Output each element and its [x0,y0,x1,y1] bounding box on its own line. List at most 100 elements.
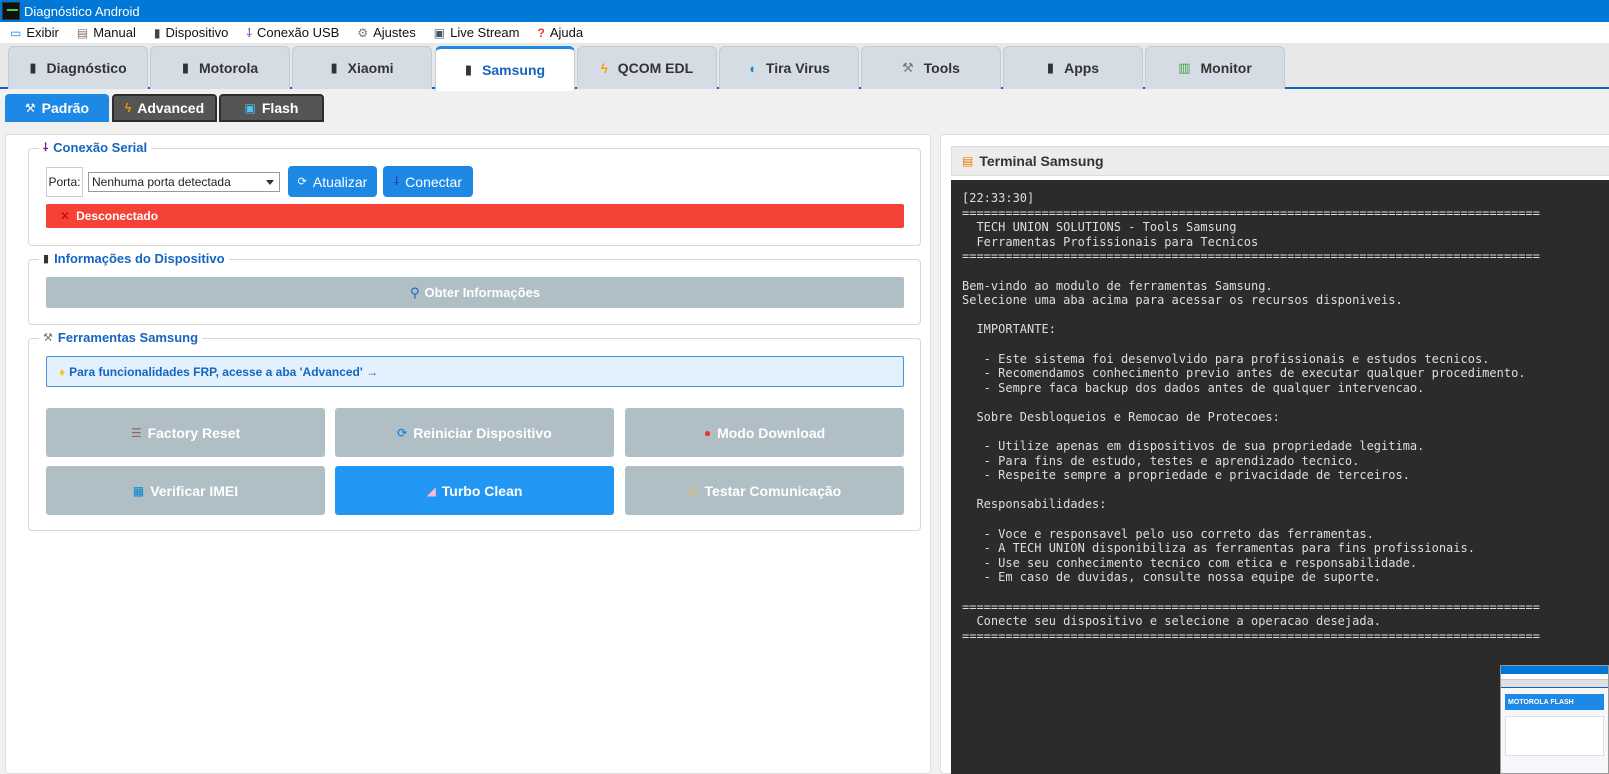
title-bar: Diagnóstico Android [0,0,1609,22]
terminal-header: ▤ Terminal Samsung [951,146,1609,176]
broom-icon: ☰ [130,425,142,440]
gear-icon: ⚙ [357,25,369,40]
turbo-clean-button[interactable]: ◢ Turbo Clean [335,466,614,515]
chevron-down-icon [266,179,274,185]
menu-live-stream[interactable]: ▣ Live Stream [434,25,520,40]
menu-manual[interactable]: ▤ Manual [77,25,136,40]
menu-dispositivo[interactable]: ▮ Dispositivo [154,25,228,40]
menu-exibir[interactable]: ▭ Exibir [10,25,59,40]
tab-qcom-edl[interactable]: ϟ QCOM EDL [577,46,717,89]
phone-icon: ▮ [464,62,473,77]
terminal-line: - Use seu conhecimento tecnico com etica… [962,555,1418,570]
wrench-icon: ⚒ [24,101,36,115]
thumb-content [1505,716,1604,756]
monitor-icon: ▭ [10,25,22,40]
eraser-icon: ◢ [426,483,436,498]
bar-chart-icon: ▥ [1178,60,1191,75]
lightning-icon: ϟ [124,101,132,115]
serial-group: ⸸ Conexão Serial Porta: Nenhuma porta de… [28,140,921,246]
tab-diagnostico[interactable]: ▮ Diagnóstico [8,46,148,89]
refresh-button[interactable]: ⟳ Atualizar [288,166,377,197]
main-tab-bar: ▮ Diagnóstico ▮ Motorola ▮ Xiaomi ▮ Samsung … [0,43,1609,91]
terminal-line: IMPORTANTE: [962,322,1056,337]
terminal-line: - Respeite sempre a propriedade e privac… [962,468,1410,483]
flash-box-icon: ▣ [244,101,256,115]
tab-tira-virus[interactable]: ◖ Tira Virus [719,46,859,89]
restart-device-button[interactable]: ⟳ Reiniciar Dispositivo [335,408,614,457]
warning-icon: ⚠ [687,483,699,498]
phone-icon: ▮ [330,60,338,75]
terminal-line: - Sempre faca backup dos dados antes de … [962,380,1425,395]
test-communication-button[interactable]: ⚠ Testar Comunicação [625,466,904,515]
tools-icon: ⚒ [43,332,53,344]
menu-ajustes[interactable]: ⚙ Ajustes [357,25,415,40]
terminal-line: - Em caso de duvidas, consulte nossa equ… [962,570,1382,585]
lightning-icon: ϟ [600,60,608,76]
usb-plug-icon: ⸸ [43,142,49,154]
port-select[interactable]: Nenhuma porta detectada [88,171,280,192]
device-info-group: ▮ Informações do Dispositivo ⚲ Obter Inf… [28,251,921,325]
terminal-line: Ferramentas Profissionais para Tecnicos [962,234,1259,249]
wrench-icon: ⚒ [902,60,914,75]
question-icon: ? [537,25,545,40]
terminal-line: [22:33:30] [962,191,1035,205]
preview-thumbnail[interactable]: MOTOROLA FLASH [1500,665,1609,774]
connect-button[interactable]: ⸸ Conectar [383,166,473,197]
subtab-padrao[interactable]: ⚒ Padrão [5,94,109,122]
terminal-line: Conecte seu dispositivo e selecione a op… [962,614,1382,629]
sub-tab-bar: ⚒ Padrão ϟ Advanced ▣ Flash [0,91,1609,124]
serial-group-title: ⸸ Conexão Serial [39,140,152,155]
terminal-line: - Para fins de estudo, testes e aprendiz… [962,453,1360,468]
book-icon: ▤ [76,25,89,40]
search-icon: ⚲ [409,284,420,300]
subtab-advanced[interactable]: ϟ Advanced [112,94,217,122]
refresh-icon: ⟳ [297,176,307,188]
menu-bar: ▭ Exibir ▤ Manual ▮ Dispositivo ⸸ Conexã… [0,22,1609,43]
subtab-flash[interactable]: ▣ Flash [219,94,324,122]
lightbulb-icon: ♦ [59,364,66,379]
tab-tools[interactable]: ⚒ Tools [861,46,1001,89]
factory-reset-button[interactable]: ☰ Factory Reset [46,408,325,457]
pill-icon: ◖ [748,60,756,76]
frp-notice: ♦ Para funcionalidades FRP, acesse a aba… [46,356,904,387]
thumb-titlebar [1501,666,1608,674]
port-label: Porta: [46,166,83,197]
tram-icon: ▣ [433,25,446,40]
tab-motorola[interactable]: ▮ Motorola [150,46,290,89]
get-info-button[interactable]: ⚲ Obter Informações [46,277,904,308]
phone-icon: ▮ [181,60,190,75]
clipboard-icon: ▤ [962,154,974,168]
tools-group-title: ⚒ Ferramentas Samsung [39,330,203,345]
terminal-line: - Voce e responsavel pelo uso correto da… [962,526,1374,541]
usb-plug-icon: ⸸ [246,26,252,40]
terminal-line: Selecione uma aba acima para acessar os … [962,293,1403,308]
tab-apps[interactable]: ▮ Apps [1003,46,1143,89]
download-mode-button[interactable]: ● Modo Download [625,408,904,457]
device-info-group-title: ▮ Informações do Dispositivo [39,251,229,266]
phone-icon: ▮ [29,60,37,75]
close-icon: ✕ [60,209,71,223]
terminal-line: - Utilize apenas em dispositivos de sua … [962,439,1425,454]
tab-xiaomi[interactable]: ▮ Xiaomi [292,46,432,89]
terminal-line: Bem-vindo ao modulo de ferramentas Samsu… [962,278,1273,293]
refresh-icon: ⟳ [397,425,408,440]
terminal-line: ========================================… [962,205,1540,220]
menu-ajuda[interactable]: ? Ajuda [537,25,583,40]
tab-samsung[interactable]: ▮ Samsung [435,46,575,91]
window-title: Diagnóstico Android [24,3,140,19]
tab-monitor[interactable]: ▥ Monitor [1145,46,1285,89]
check-imei-button[interactable]: ▦ Verificar IMEI [46,466,325,515]
menu-conexao-usb[interactable]: ⸸ Conexão USB [246,24,339,41]
thumb-tabbar [1501,680,1608,688]
phone-icon: ▮ [1046,60,1055,75]
joystick-icon: ● [703,425,712,440]
thumb-banner: MOTOROLA FLASH [1505,694,1604,710]
phone-icon: ▮ [153,25,161,40]
terminal-line: ========================================… [962,599,1540,614]
app-icon [2,2,20,20]
